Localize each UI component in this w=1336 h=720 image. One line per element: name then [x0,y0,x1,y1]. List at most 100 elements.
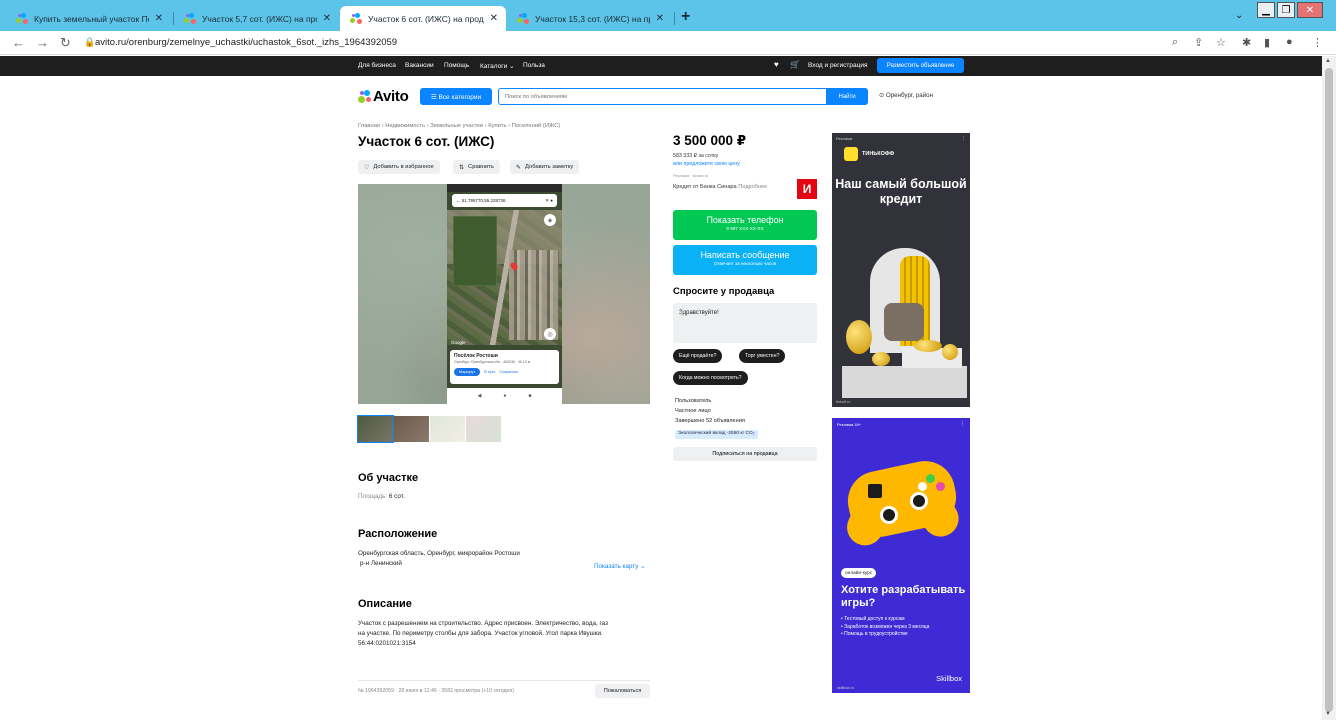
new-tab-button[interactable]: + [681,8,690,26]
credit-more-link[interactable]: Подробнее [738,184,767,190]
scroll-up-icon[interactable]: ▲ [1325,58,1331,64]
area-value: 6 сот. [388,493,405,500]
browser-tab-3-active[interactable]: Участок 6 сот. (ИЖС) на прода... ✕ [340,6,506,31]
add-favorite-button[interactable]: ♡ Добавить в избранное [358,160,440,174]
ad-info-icon[interactable]: ⋮ [961,136,966,142]
login-link[interactable]: Вход и регистрация [808,62,868,69]
complain-button[interactable]: Пожаловаться [595,684,650,698]
ad-bullet: Заработок возможен через 3 месяца [841,624,929,632]
link-help[interactable]: Помощь [444,62,469,69]
ad-headline: Наш самый большой кредит [835,177,967,206]
quick-question-chip[interactable]: Ещё продаёте? [673,349,723,363]
bookmark-star-icon[interactable]: ☆ [1216,36,1226,49]
scroll-down-icon[interactable]: ▼ [1325,711,1331,717]
link-catalogs[interactable]: Каталоги ⌄ [480,62,515,70]
restore-icon[interactable]: ❐ [1277,2,1295,18]
add-note-button[interactable]: ✎ Добавить заметку [510,160,580,174]
ask-seller-input[interactable]: Здравствуйте! ➤ [673,303,817,343]
ad-source: tinkoff.ru [836,400,851,404]
close-tab-icon[interactable]: ✕ [490,13,498,24]
url-field[interactable]: 🔒 avito.ru/orenburg/zemelnye_uchastki/uc… [84,37,397,48]
subscribe-seller-button[interactable]: Подписаться на продавца [673,447,817,461]
tab-title: Купить земельный участок Пос... [34,13,149,24]
back-arrow-icon[interactable]: ← [12,35,25,50]
favorite-label: Добавить в избранное [373,164,434,170]
page-scrollbar[interactable]: ▲ ▼ [1322,56,1336,720]
tab-title: Участок 5,7 сот. (ИЖС) на прода... [202,13,317,24]
show-phone-button[interactable]: Показать телефон 8 987 XXX-XX-XX [673,210,817,240]
browser-menu-icon[interactable]: ⋮ [1312,36,1323,49]
write-message-button[interactable]: Написать сообщение Отвечает за несколько… [673,245,817,275]
credit-offer[interactable]: Кредит от Банка Синара Подробнее [673,184,767,190]
location-selector[interactable]: ⊙ Оренбург, район [879,92,933,99]
layers-icon: ◈ [544,214,556,226]
compare-icon: ⇅ [459,164,465,171]
ad-label-small: Реклама · sinara.ru [673,173,709,178]
side-panel-icon[interactable]: ▮ [1264,36,1270,49]
close-tab-icon[interactable]: ✕ [155,13,163,24]
ad-banner-tinkoff[interactable]: Реклама ⋮ ТИНЬКОФФ Наш самый большой кре… [832,133,970,407]
phone-recent-icon: ■ [528,393,532,399]
link-vacancies[interactable]: Вакансии [405,62,434,69]
compare-button[interactable]: ⇅ Сравнить [453,160,500,174]
search-input[interactable] [498,88,828,105]
thumbnail-2[interactable] [394,416,429,442]
minimize-icon[interactable]: ▁ [1257,2,1275,18]
all-categories-button[interactable]: ☰ Все категории [420,88,492,105]
forward-arrow-icon[interactable]: → [36,35,49,50]
browser-tab-2[interactable]: Участок 5,7 сот. (ИЖС) на прода... ✕ [174,6,339,31]
ad-label: Реклама 18+ [837,422,861,427]
browser-tab-4[interactable]: Участок 15,3 сот. (ИЖС) на про... ✕ [507,6,672,31]
window-controls: ▁ ❐ ✕ [1257,0,1323,20]
close-tab-icon[interactable]: ✕ [323,13,331,24]
offer-price-link[interactable]: или предложите свою цену [673,161,740,167]
place-card: Посёлок Ростоши Оренбург, Оренбургская о… [450,350,559,384]
show-phone-label: Показать телефон [706,215,784,225]
reload-icon[interactable]: ↻ [60,35,71,51]
avito-favicon-icon [184,12,196,25]
ad-illustration [842,248,967,398]
thumbnail-4[interactable] [466,416,501,442]
share-icon[interactable]: ⇪ [1194,36,1203,49]
price-per-unit: 583 333 ₽ за сотку [673,153,719,159]
ad-banner-skillbox[interactable]: Реклама 18+ ⋮ онлайн-курс Хотите разраба… [832,418,970,693]
avito-logo[interactable]: Avito [358,87,409,105]
profile-avatar-icon[interactable]: ● [1286,36,1293,48]
ad-info-icon[interactable]: ⋮ [960,421,965,427]
map-coords-text: 51.795770,55.228736 [461,198,506,203]
ad-bullet: Тестовый доступ к курсам [841,616,929,624]
map-search-bar: ← 51.795770,55.228736 ✕ ● [452,194,557,207]
reply-time: Отвечает за несколько часов [713,261,777,266]
photo-gallery[interactable]: ← 51.795770,55.228736 ✕ ● ◈ ◎ Google Пос… [358,184,650,404]
show-map-link[interactable]: Показать карту ⌄ [594,562,645,572]
phone-back-icon: ◀ [477,393,482,399]
breadcrumb[interactable]: Главная › Недвижимость › Земельные участ… [358,123,560,129]
seller-name[interactable]: Пользователь [675,398,711,404]
zoom-icon[interactable]: ⌕ [1172,36,1178,49]
link-business[interactable]: Для бизнеса [358,62,396,69]
quick-question-chip[interactable]: Когда можно посмотреть? [673,371,748,385]
thumbnail-3[interactable] [430,416,465,442]
extensions-puzzle-icon[interactable]: ✱ [1242,36,1251,49]
link-benefit[interactable]: Польза [523,62,545,69]
ad-label: Реклама [836,136,853,141]
place-name: Посёлок Ростоши [454,353,498,359]
mic-icon: ● [549,198,553,203]
eco-badge[interactable]: Экологический вклад -2550 кг CO₂ [675,430,758,439]
ad-bullets: Тестовый доступ к курсам Заработок возмо… [841,616,929,639]
tab-search-chevron-icon[interactable]: ⌄ [1235,10,1243,21]
google-watermark: Google [451,340,466,345]
thumbnail-1[interactable] [357,415,394,443]
quick-question-chip[interactable]: Торг уместен? [739,349,786,363]
heart-icon[interactable]: ♥ [774,60,779,69]
search-button[interactable]: Найти [826,88,868,105]
avito-logo-icon [358,89,371,103]
ad-bullet: Помощь в трудоустройстве [841,631,929,639]
browser-tab-1[interactable]: Купить земельный участок Пос... ✕ [6,6,171,31]
post-ad-button[interactable]: Разместить объявление [877,58,964,73]
scrollbar-thumb[interactable] [1325,68,1333,712]
close-tab-icon[interactable]: ✕ [656,13,664,24]
send-icon[interactable]: ➤ [679,308,811,317]
window-close-icon[interactable]: ✕ [1297,2,1323,18]
cart-icon[interactable]: 🛒 [790,60,800,69]
